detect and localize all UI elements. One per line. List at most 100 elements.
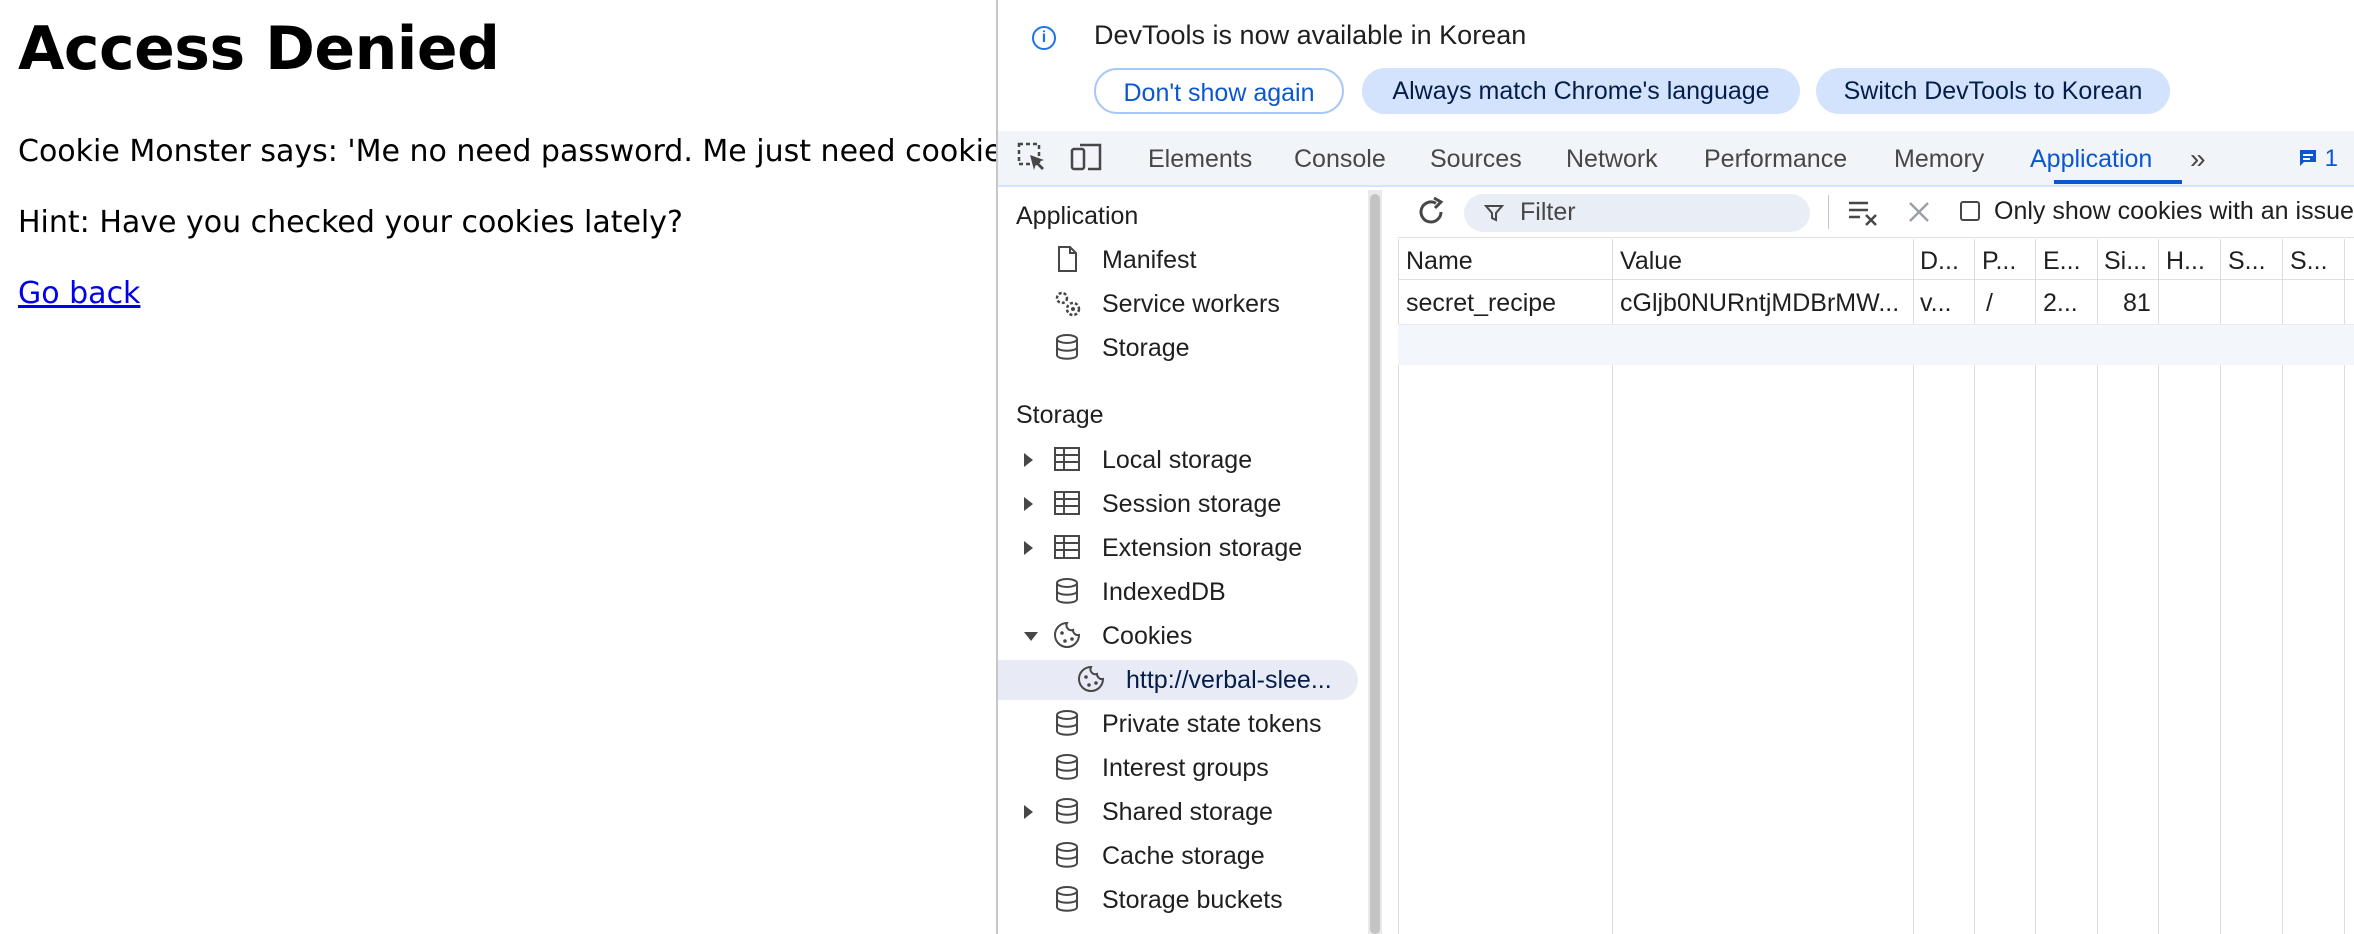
expand-arrow-icon[interactable] [1024, 453, 1033, 467]
expand-arrow-icon[interactable] [1024, 497, 1033, 511]
sidebar-item-cookies[interactable]: Cookies [998, 616, 1358, 656]
table-icon [1054, 535, 1080, 559]
devtools-panel: i DevTools is now available in Korean Do… [996, 0, 2354, 934]
tab-application[interactable]: Application [2030, 145, 2152, 174]
sidebar-item-manifest[interactable]: Manifest [998, 240, 1358, 280]
database-icon [1056, 798, 1078, 824]
sidebar-item-interest-groups[interactable]: Interest groups [998, 748, 1358, 788]
empty-table-row [1398, 325, 2354, 365]
gears-icon [1055, 291, 1081, 317]
sidebar-section-application: Application [1016, 202, 1139, 230]
tab-memory[interactable]: Memory [1894, 145, 1984, 174]
sidebar-item-label: Storage buckets [1102, 886, 1283, 914]
column-header-samesite[interactable]: S... [2290, 247, 2328, 276]
sidebar-item-service-workers[interactable]: Service workers [998, 284, 1358, 324]
sidebar-item-label: http://verbal-slee... [1126, 666, 1332, 694]
sidebar-item-extension-storage[interactable]: Extension storage [998, 528, 1358, 568]
language-infobar: i DevTools is now available in Korean Do… [998, 0, 2354, 130]
page-heading: Access Denied [18, 14, 500, 84]
toolbar-divider [1828, 195, 1829, 229]
cookies-toolbar: Filter Only show cookies with an issue [1398, 187, 2354, 238]
sidebar-scrollbar-thumb[interactable] [1370, 194, 1380, 934]
database-icon [1056, 754, 1078, 780]
sidebar-item-label: Cache storage [1102, 842, 1265, 870]
sidebar-item-label: Private state tokens [1102, 710, 1322, 738]
sidebar-item-cache-storage[interactable]: Cache storage [998, 836, 1358, 876]
clear-all-icon[interactable] [1846, 195, 1880, 229]
sidebar-item-label: Storage [1102, 334, 1190, 362]
only-issues-label: Only show cookies with an issue [1994, 197, 2354, 225]
web-page: Access Denied Cookie Monster says: 'Me n… [0, 0, 1038, 934]
column-header-value[interactable]: Value [1620, 247, 1682, 276]
cookie-value-cell[interactable]: cGljb0NURntjMDBrMW... [1620, 289, 1899, 318]
expand-arrow-icon[interactable] [1024, 805, 1033, 819]
database-icon [1056, 842, 1078, 868]
cookie-expires-cell[interactable]: 2... [2043, 289, 2078, 318]
device-toolbar-icon[interactable] [1070, 141, 1104, 173]
issues-count: 1 [2324, 145, 2339, 172]
sidebar-item-local-storage[interactable]: Local storage [998, 440, 1358, 480]
inspect-element-icon[interactable] [1016, 141, 1048, 173]
infobar-message: DevTools is now available in Korean [1094, 20, 1527, 50]
cookie-domain-cell[interactable]: v... [1920, 289, 1951, 318]
tab-elements[interactable]: Elements [1148, 145, 1252, 174]
application-sidebar: Application Manifest Service workers Sto… [998, 187, 1364, 934]
cookie-name-cell[interactable]: secret_recipe [1406, 289, 1556, 318]
expand-arrow-icon[interactable] [1024, 541, 1033, 555]
go-back-link[interactable]: Go back [18, 276, 140, 311]
sidebar-item-label: Service workers [1102, 290, 1280, 318]
always-match-language-button[interactable]: Always match Chrome's language [1362, 68, 1800, 114]
sidebar-item-label: Shared storage [1102, 798, 1273, 826]
sidebar-item-shared-storage[interactable]: Shared storage [998, 792, 1358, 832]
tab-console[interactable]: Console [1294, 145, 1386, 174]
sidebar-item-label: Manifest [1102, 246, 1197, 274]
column-header-secure[interactable]: S... [2228, 247, 2266, 276]
info-icon: i [1032, 26, 1056, 50]
cookie-path-cell[interactable]: / [1986, 289, 1993, 318]
database-icon [1056, 334, 1078, 360]
sidebar-item-label: Session storage [1102, 490, 1282, 518]
issue-message-icon [2300, 150, 2316, 166]
filter-placeholder: Filter [1520, 198, 1576, 226]
tab-performance[interactable]: Performance [1704, 145, 1847, 174]
table-icon [1054, 447, 1080, 471]
sidebar-section-storage: Storage [1016, 401, 1104, 429]
sidebar-item-storage-buckets[interactable]: Storage buckets [998, 880, 1358, 920]
delete-selected-icon[interactable] [1906, 199, 1932, 225]
table-icon [1054, 491, 1080, 515]
sidebar-item-label: Extension storage [1102, 534, 1303, 562]
collapse-arrow-icon[interactable] [1024, 632, 1038, 641]
devtools-tab-bar: Elements Console Sources Network Perform… [998, 131, 2354, 187]
column-header-path[interactable]: P... [1982, 247, 2016, 276]
switch-to-korean-button[interactable]: Switch DevTools to Korean [1816, 68, 2170, 114]
sidebar-item-label: Cookies [1102, 622, 1193, 650]
sidebar-item-indexeddb[interactable]: IndexedDB [998, 572, 1358, 612]
database-icon [1056, 578, 1078, 604]
dont-show-again-button[interactable]: Don't show again [1094, 68, 1344, 114]
sidebar-item-storage[interactable]: Storage [998, 328, 1358, 368]
cookie-monster-message: Cookie Monster says: 'Me no need passwor… [18, 134, 1039, 169]
more-tabs-chevron-icon[interactable]: » [2190, 143, 2206, 175]
sidebar-item-cookie-origin[interactable]: http://verbal-slee... [998, 660, 1358, 700]
table-header [1398, 239, 2354, 280]
only-issues-checkbox[interactable] [1960, 201, 1980, 221]
file-icon [1058, 246, 1077, 272]
refresh-icon[interactable] [1414, 195, 1448, 229]
tab-network[interactable]: Network [1566, 145, 1658, 174]
sidebar-item-label: Interest groups [1102, 754, 1269, 782]
sidebar-item-session-storage[interactable]: Session storage [998, 484, 1358, 524]
column-header-expires[interactable]: E... [2043, 247, 2081, 276]
filter-funnel-icon [1484, 205, 1504, 222]
active-tab-indicator [2054, 180, 2182, 184]
cookie-size-cell[interactable]: 81 [2123, 289, 2151, 318]
column-header-size[interactable]: Si... [2104, 247, 2147, 276]
issues-counter[interactable]: 1 [2298, 145, 2338, 173]
tab-sources[interactable]: Sources [1430, 145, 1522, 174]
column-header-name[interactable]: Name [1406, 247, 1473, 276]
filter-input[interactable]: Filter [1464, 194, 1810, 232]
sidebar-item-private-state-tokens[interactable]: Private state tokens [998, 704, 1358, 744]
column-header-httponly[interactable]: H... [2166, 247, 2205, 276]
column-header-domain[interactable]: D... [1920, 247, 1959, 276]
sidebar-item-label: IndexedDB [1102, 578, 1226, 606]
cookie-icon [1054, 621, 1081, 648]
